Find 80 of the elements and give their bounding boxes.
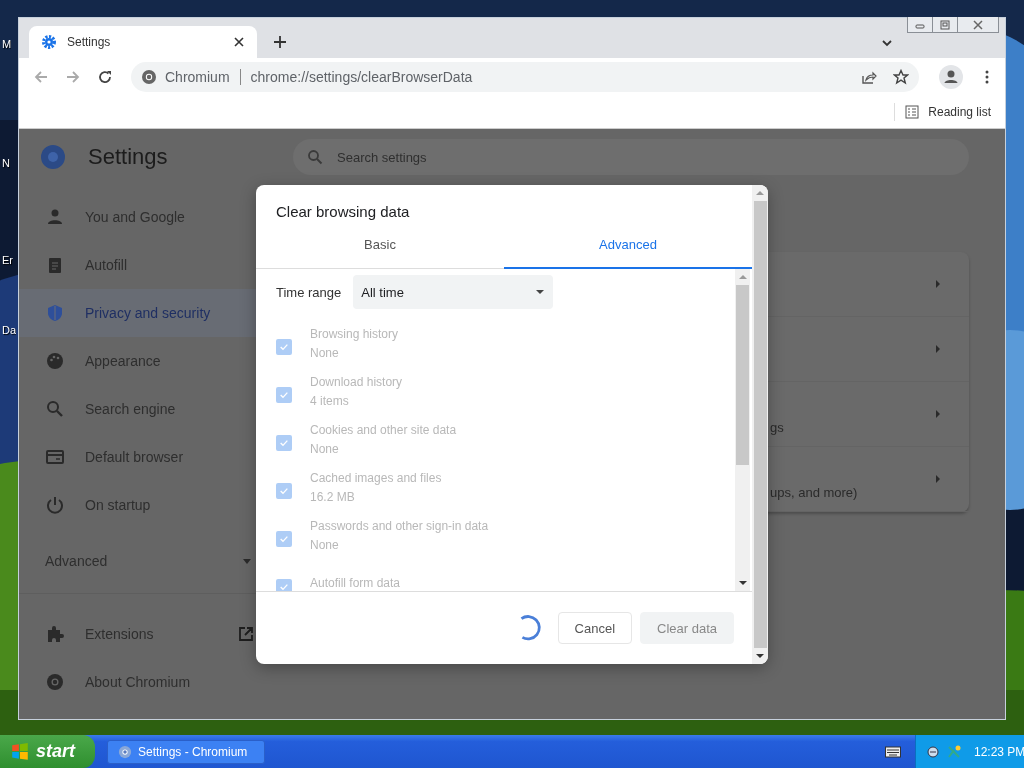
sidebar-item-icon (45, 207, 65, 227)
scrollbar[interactable] (735, 269, 750, 591)
star-icon[interactable] (893, 69, 909, 85)
close-icon[interactable] (233, 36, 245, 48)
puzzle-icon (45, 624, 65, 644)
sidebar-item-icon (45, 447, 65, 467)
checkbox-detail: 4 items (310, 393, 350, 408)
settings-title: Settings (88, 144, 168, 170)
windows-flag-icon (10, 741, 30, 762)
chromium-logo-icon (41, 145, 65, 169)
keyboard-icon[interactable] (885, 745, 901, 758)
list-icon (905, 105, 920, 119)
scroll-up-arrow-icon[interactable] (756, 190, 764, 196)
sidebar-item-icon (45, 399, 65, 419)
checkbox-label: Cookies and other site data (310, 422, 457, 437)
forward-icon[interactable] (65, 69, 81, 85)
checkbox-detail: None (310, 537, 340, 552)
taskbar-button[interactable]: Settings - Chromium (107, 739, 265, 764)
advanced-section-toggle[interactable]: Advanced (45, 553, 108, 569)
checkbox-label: Autofill form data (310, 576, 401, 590)
scroll-up-arrow-icon[interactable] (738, 274, 747, 280)
scrollbar[interactable] (752, 185, 768, 664)
desktop-icon-label[interactable]: Da (2, 324, 17, 336)
new-tab-icon[interactable] (273, 35, 287, 49)
chromium-icon (45, 672, 65, 692)
chromium-icon (118, 744, 132, 759)
dialog-title: Clear browsing data (275, 202, 411, 222)
dropdown-arrow-icon (535, 287, 546, 297)
cancel-button[interactable]: Cancel (557, 612, 632, 644)
share-icon[interactable] (861, 69, 877, 85)
back-icon[interactable] (33, 69, 49, 85)
time-range-dropdown[interactable]: All time (353, 275, 554, 309)
maximize-icon (940, 19, 950, 30)
setting-description: gs (770, 420, 784, 435)
close-button[interactable] (958, 17, 998, 32)
reload-icon[interactable] (97, 69, 113, 85)
checkbox-label: Download history (310, 374, 403, 389)
arrow-right-icon[interactable] (935, 344, 941, 354)
clock: 12:23 PM (974, 744, 1024, 759)
start-button[interactable]: start (0, 735, 95, 768)
minimize-button[interactable] (908, 17, 933, 32)
dropdown-arrow-icon[interactable] (243, 558, 251, 564)
sidebar-item-icon (45, 495, 65, 515)
gear-icon (41, 34, 57, 50)
profile-avatar-icon[interactable] (939, 65, 963, 89)
tray-icon[interactable] (926, 743, 942, 760)
arrow-right-icon[interactable] (935, 474, 941, 484)
checkbox-label: Browsing history (310, 326, 399, 341)
sidebar-item[interactable]: About Chromium (19, 658, 289, 706)
scroll-down-arrow-icon[interactable] (738, 580, 747, 586)
checkbox-label: Passwords and other sign-in data (310, 518, 489, 533)
browser-tab[interactable]: Settings (29, 26, 257, 58)
site-name: Chromium (165, 69, 230, 85)
scrollbar-thumb[interactable] (736, 285, 749, 465)
address-bar[interactable]: Chromium chrome://settings/clearBrowserData (131, 62, 919, 92)
reading-list-button[interactable]: Reading list (905, 105, 991, 119)
chromium-icon (141, 69, 157, 85)
url-text: chrome://settings/clearBrowserData (250, 69, 473, 85)
checkbox-detail: 16.2 MB (310, 489, 356, 504)
close-icon (973, 19, 983, 30)
checkbox-label: Cached images and files (310, 470, 442, 485)
chevron-down-icon[interactable] (881, 37, 893, 49)
checkbox-detail: None (310, 345, 340, 360)
sidebar-item-icon (45, 303, 65, 323)
desktop-icon-label[interactable]: M (2, 38, 12, 50)
arrow-right-icon[interactable] (935, 409, 941, 419)
search-field[interactable]: Search settings (293, 139, 969, 175)
search-icon (307, 149, 323, 165)
sidebar-item-icon (45, 351, 65, 371)
setting-description: ups, and more) (770, 485, 858, 500)
scrollbar-thumb[interactable] (753, 201, 767, 648)
tab-title: Settings (67, 35, 112, 49)
sidebar-item[interactable]: Extensions (19, 610, 289, 658)
arrow-right-icon[interactable] (935, 279, 941, 289)
dialog-tab[interactable]: Basic (256, 237, 504, 269)
desktop-icon-label[interactable]: N (2, 157, 10, 169)
scroll-down-arrow-icon[interactable] (756, 653, 764, 659)
maximize-button[interactable] (933, 17, 958, 32)
checkbox-detail: None (310, 441, 340, 456)
desktop-icon-label[interactable]: Er (2, 254, 13, 266)
